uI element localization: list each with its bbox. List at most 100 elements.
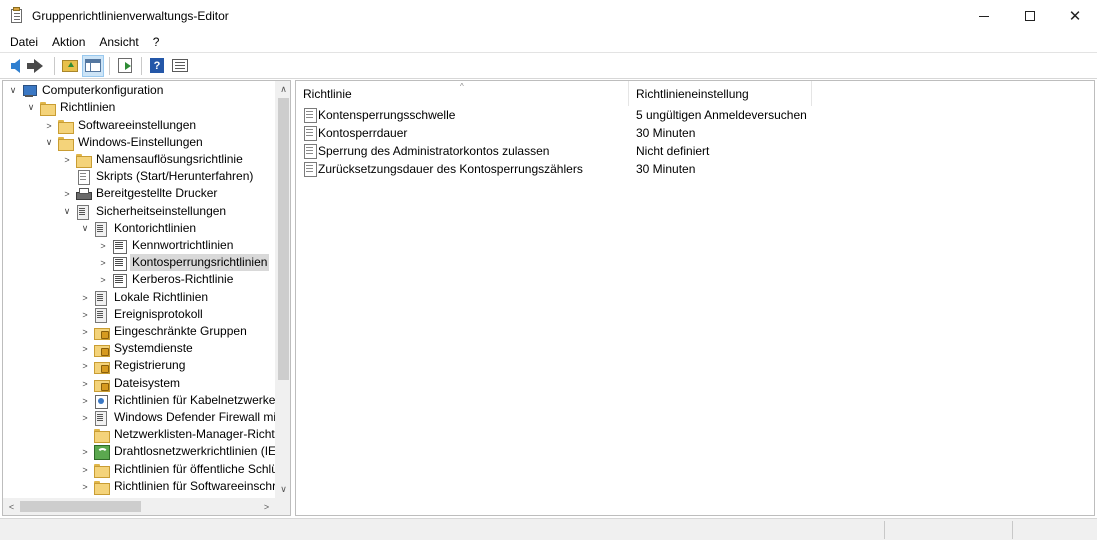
scrollbar-corner	[275, 498, 290, 515]
title-bar: Gruppenrichtlinienverwaltungs-Editor ✕	[0, 0, 1097, 32]
expand-chevron-icon[interactable]: >	[79, 392, 91, 409]
tree-node-ereignisprotokoll[interactable]: > Ereignisprotokoll	[79, 306, 205, 323]
tree-node-kontorichtlinien[interactable]: ∨ Kontorichtlinien	[79, 220, 198, 237]
policy-sheet-icon	[111, 238, 127, 254]
tree-node-drahtlosnetzwerk[interactable]: > Drahtlosnetzwerkrichtlinien (IEE	[79, 443, 275, 460]
tree-node-sicherheitseinstellungen[interactable]: ∨ Sicherheitseinstellungen	[61, 203, 228, 220]
tree-node-label: Kontorichtlinien	[114, 221, 197, 235]
policy-row[interactable]: Kontensperrungsschwelle 5 ungültigen Anm…	[296, 106, 1094, 124]
menu-datei[interactable]: Datei	[0, 32, 45, 52]
policy-document-icon	[303, 107, 317, 123]
tree-node-label: Computerkonfiguration	[42, 83, 164, 97]
scroll-up-arrow-icon[interactable]: ∧	[275, 81, 290, 98]
expand-chevron-icon[interactable]: >	[79, 478, 91, 495]
expand-chevron-icon[interactable]: >	[61, 151, 73, 168]
tree-node-bereitgestellte-drucker[interactable]: > Bereitgestellte Drucker	[61, 185, 219, 202]
tree-node-eingeschraenkte-gruppen[interactable]: > Eingeschränkte Gruppen	[79, 323, 249, 340]
maximize-button[interactable]	[1007, 0, 1053, 32]
toolbar-separator	[54, 56, 55, 75]
back-button[interactable]	[4, 55, 26, 77]
menu-aktion[interactable]: Aktion	[45, 32, 92, 52]
folder-up-icon	[62, 59, 78, 72]
column-header-richtlinieneinstellung[interactable]: Richtlinieneinstellung	[629, 81, 812, 106]
tree-horizontal-scroll-thumb[interactable]	[20, 501, 141, 512]
tree-node-skripts[interactable]: Skripts (Start/Herunterfahren)	[61, 168, 255, 185]
policy-row[interactable]: Kontosperrdauer 30 Minuten	[296, 124, 1094, 142]
tree-vertical-scrollbar[interactable]: ∧ ∨	[275, 81, 290, 498]
expand-chevron-icon[interactable]: >	[79, 323, 91, 340]
expand-chevron-icon[interactable]: >	[97, 254, 109, 271]
tree-node-namensaufloesungsrichtlinie[interactable]: > Namensauflösungsrichtlinie	[61, 151, 245, 168]
tree-node-oeffentliche-schluessel[interactable]: > Richtlinien für öffentliche Schlü	[79, 461, 275, 478]
scroll-left-arrow-icon[interactable]: <	[3, 498, 20, 515]
expand-chevron-icon[interactable]: >	[79, 409, 91, 426]
collapse-chevron-icon[interactable]: ∨	[7, 82, 19, 99]
tree-node-systemdienste[interactable]: > Systemdienste	[79, 340, 195, 357]
menu-help[interactable]: ?	[146, 32, 167, 52]
tree-node-lokale-richtlinien[interactable]: > Lokale Richtlinien	[79, 289, 210, 306]
tree-node-netzwerklisten-manager[interactable]: Netzwerklisten-Manager-Richtli	[79, 426, 275, 443]
lock-folder-icon	[93, 341, 110, 357]
tree-node-kontosperrungsrichtlinien[interactable]: > Kontosperrungsrichtlinien	[97, 254, 270, 271]
policy-name: Kontensperrungsschwelle	[318, 108, 456, 122]
properties-icon	[172, 59, 188, 72]
expand-chevron-icon[interactable]: >	[79, 461, 91, 478]
tree-node-computerkonfiguration[interactable]: ∨ Computerkonfiguration	[7, 82, 165, 99]
lock-folder-icon	[93, 324, 110, 340]
status-segment	[884, 521, 1012, 539]
tree-node-dateisystem[interactable]: > Dateisystem	[79, 375, 182, 392]
tree-horizontal-scrollbar[interactable]: < >	[3, 498, 275, 515]
expand-chevron-icon[interactable]: >	[97, 271, 109, 288]
policy-row[interactable]: Sperrung des Administratorkontos zulasse…	[296, 142, 1094, 160]
help-icon: ?	[150, 58, 164, 73]
tree-node-label: Richtlinien für Softwareeinschrä	[114, 479, 275, 493]
expand-chevron-icon[interactable]: >	[79, 443, 91, 460]
status-segment	[1012, 521, 1097, 539]
show-hide-tree-button[interactable]	[82, 54, 104, 77]
collapse-chevron-icon[interactable]: ∨	[25, 99, 37, 116]
properties-button[interactable]	[169, 55, 191, 77]
close-button[interactable]: ✕	[1052, 0, 1097, 32]
tree-vertical-scroll-thumb[interactable]	[278, 98, 289, 380]
expand-chevron-icon[interactable]: >	[79, 340, 91, 357]
expand-chevron-icon[interactable]: >	[79, 289, 91, 306]
expand-chevron-icon[interactable]: >	[61, 185, 73, 202]
collapse-chevron-icon[interactable]: ∨	[61, 203, 73, 220]
policy-setting: Nicht definiert	[636, 144, 710, 158]
tree-node-kennwortrichtlinien[interactable]: > Kennwortrichtlinien	[97, 237, 235, 254]
export-list-button[interactable]	[114, 55, 136, 77]
tree-node-kabelnetzwerke[interactable]: > Richtlinien für Kabelnetzwerke (	[79, 392, 275, 409]
column-header-richtlinie[interactable]: Richtlinie ^	[296, 81, 629, 106]
help-button[interactable]: ?	[146, 55, 168, 77]
expand-chevron-icon[interactable]: >	[79, 375, 91, 392]
expand-chevron-icon[interactable]: >	[43, 117, 55, 134]
back-icon	[10, 58, 20, 73]
tree-node-registrierung[interactable]: > Registrierung	[79, 357, 187, 374]
tree-node-label: Richtlinien für öffentliche Schlü	[114, 462, 275, 476]
tree-node-softwareeinstellungen[interactable]: > Softwareeinstellungen	[43, 117, 198, 134]
collapse-chevron-icon[interactable]: ∨	[43, 134, 55, 151]
maximize-icon	[1025, 11, 1035, 21]
tree-node-label: Drahtlosnetzwerkrichtlinien (IEE	[114, 444, 275, 458]
expand-chevron-icon[interactable]: >	[97, 237, 109, 254]
expand-chevron-icon[interactable]: >	[79, 306, 91, 323]
menu-ansicht[interactable]: Ansicht	[92, 32, 145, 52]
scroll-down-arrow-icon[interactable]: ∨	[275, 481, 290, 498]
column-header-label: Richtlinie	[303, 86, 352, 101]
toolbar-separator	[109, 56, 110, 75]
collapse-chevron-icon[interactable]: ∨	[79, 220, 91, 237]
minimize-button[interactable]	[961, 0, 1007, 32]
scroll-right-arrow-icon[interactable]: >	[258, 498, 275, 515]
status-bar	[0, 518, 1097, 540]
tree-node-richtlinien[interactable]: ∨ Richtlinien	[25, 99, 117, 116]
tree-node-windows-einstellungen[interactable]: ∨ Windows-Einstellungen	[43, 134, 205, 151]
tree-node-kerberos-richtlinie[interactable]: > Kerberos-Richtlinie	[97, 271, 235, 288]
console-tree-pane: ∨ Computerkonfiguration ∨ Richtlinien > Sof…	[2, 80, 291, 516]
tree-node-softwareeinschraenkung[interactable]: > Richtlinien für Softwareeinschrä	[79, 478, 275, 495]
up-one-level-button[interactable]	[59, 55, 81, 77]
expand-chevron-icon[interactable]: >	[79, 357, 91, 374]
tree-node-defender-firewall[interactable]: > Windows Defender Firewall mit	[79, 409, 275, 426]
printer-icon	[75, 186, 92, 202]
forward-button[interactable]	[26, 55, 49, 77]
policy-row[interactable]: Zurücksetzungsdauer des Kontosperrungszä…	[296, 160, 1094, 178]
